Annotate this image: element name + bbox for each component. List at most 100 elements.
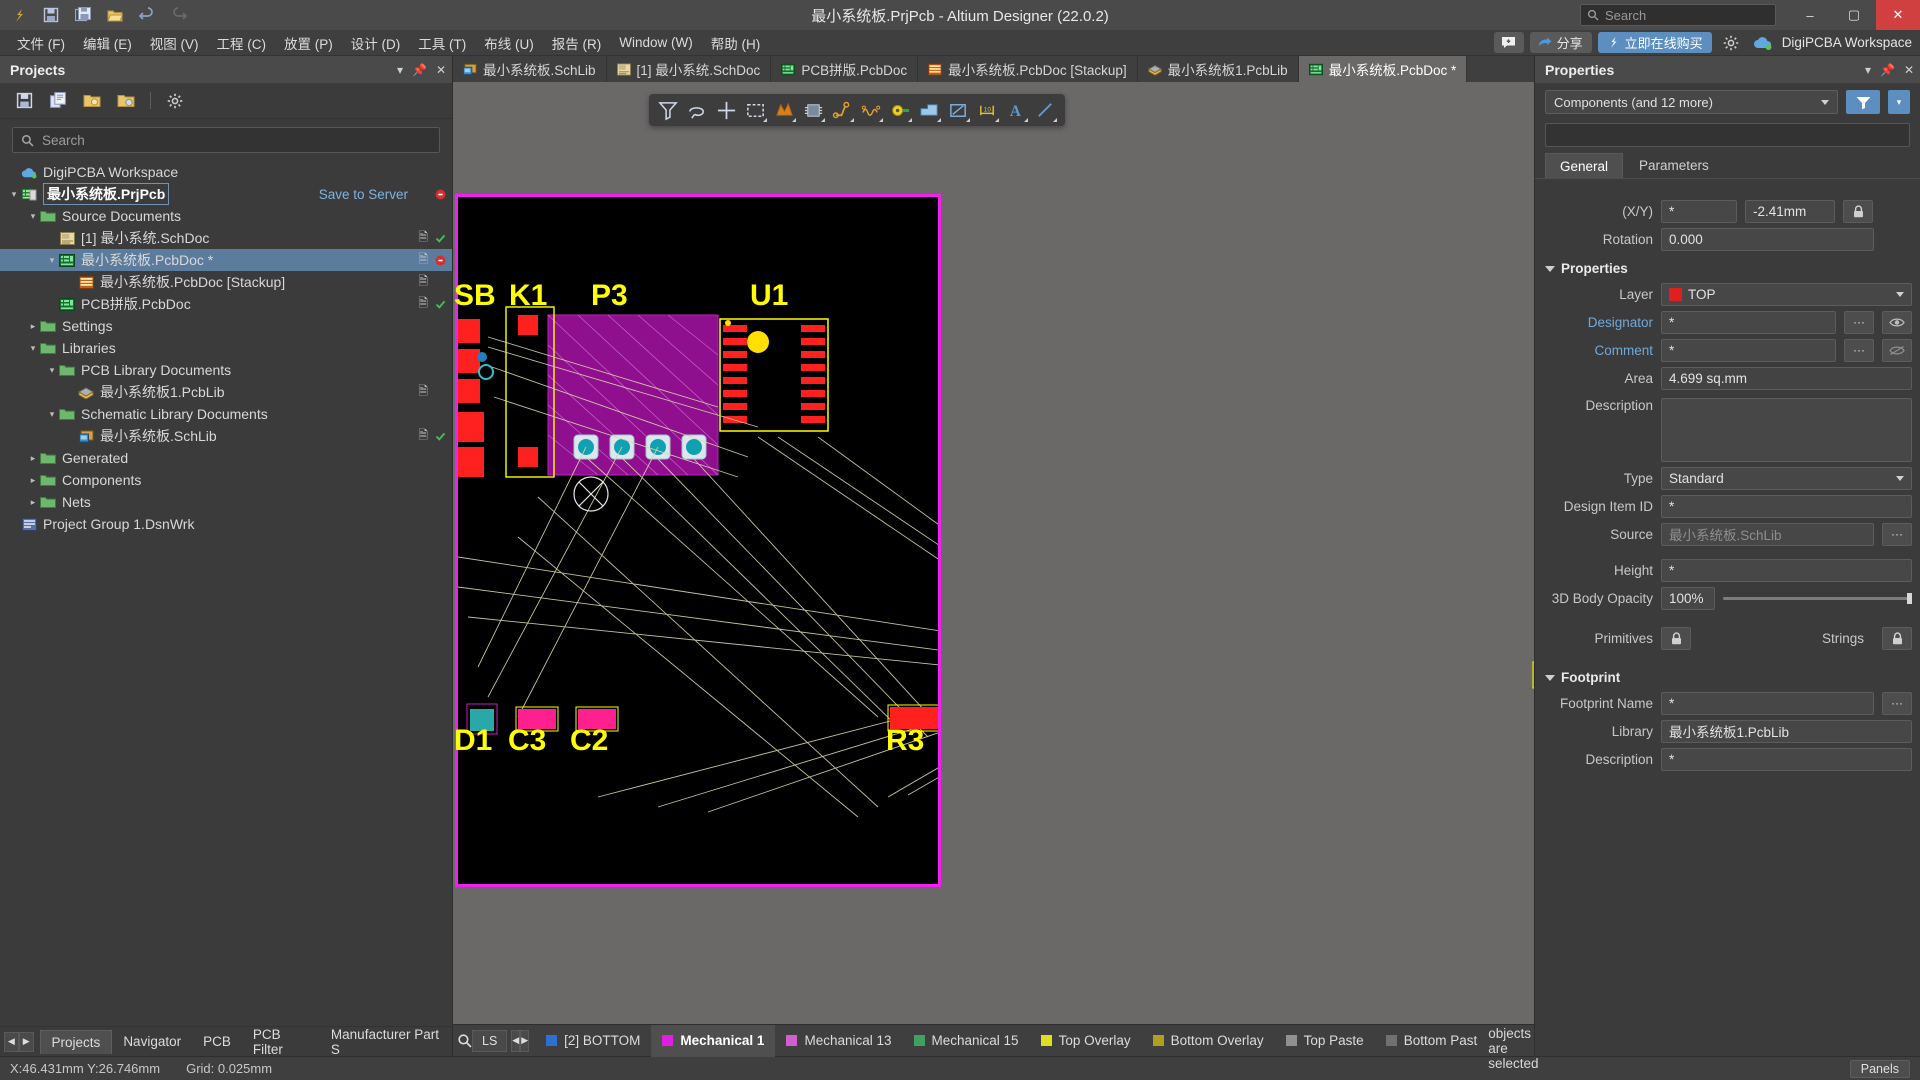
buy-online-button[interactable]: 立即在线购买: [1597, 32, 1712, 53]
layer-tab-mechanical-13[interactable]: Mechanical 13: [775, 1025, 902, 1057]
settings-gear-icon[interactable]: [1718, 31, 1744, 55]
tree-twisty[interactable]: ▾: [46, 365, 58, 376]
route-trace-icon[interactable]: [830, 97, 855, 123]
tree-twisty[interactable]: ▾: [27, 343, 39, 354]
tree-item-schdoc[interactable]: [1] 最小系统.SchDoc 🗎: [0, 227, 452, 249]
tree-item-components[interactable]: ▸ Components: [0, 469, 452, 491]
tree-item-stackup[interactable]: 最小系统板.PcbDoc [Stackup] 🗎: [0, 271, 452, 293]
panel-tabs-prev-button[interactable]: ◀: [4, 1031, 19, 1052]
document-tab-bar[interactable]: 最小系统板.SchLib [1] 最小系统.SchDoc PCB拼版.PcbDoc 最…: [453, 56, 1534, 82]
panel-tabs-next-button[interactable]: ▶: [18, 1031, 34, 1052]
tree-item-generated[interactable]: ▸ Generated: [0, 447, 452, 469]
tree-item-schematic-library-documents[interactable]: ▾ Schematic Library Documents: [0, 403, 452, 425]
dimension-icon[interactable]: 10: [975, 97, 1000, 123]
tree-twisty[interactable]: ▸: [27, 321, 39, 332]
layer-sets-button[interactable]: LS: [472, 1029, 508, 1052]
gear-icon[interactable]: [165, 91, 185, 111]
menu-reports[interactable]: 报告 (R): [543, 30, 611, 56]
panel-close-icon[interactable]: ✕: [436, 63, 446, 77]
save-all-icon[interactable]: [70, 3, 96, 27]
location-y-field[interactable]: -2.41mm: [1745, 199, 1835, 223]
copy-project-icon[interactable]: [48, 91, 68, 111]
tree-item-pcblib[interactable]: 最小系统板1.PcbLib 🗎: [0, 381, 452, 403]
pcb-board[interactable]: SB K1 P3 U1 D1 C3 C2 R3: [454, 194, 941, 887]
lock-location-icon[interactable]: [1843, 199, 1873, 223]
panel-dropdown-icon[interactable]: ▾: [397, 63, 403, 77]
source-ellipsis-button[interactable]: ···: [1882, 522, 1912, 546]
properties-search-input[interactable]: [1545, 123, 1910, 147]
panel-tab-navigator[interactable]: Navigator: [112, 1030, 192, 1054]
filter-button[interactable]: [1846, 90, 1880, 114]
text-string-icon[interactable]: A: [1004, 97, 1029, 123]
pcb-active-bar[interactable]: 10 A: [649, 94, 1065, 126]
layer-tab-mechanical-1[interactable]: Mechanical 1: [651, 1024, 776, 1057]
save-project-icon[interactable]: [14, 91, 34, 111]
doc-tab-schlib[interactable]: 最小系统板.SchLib: [453, 56, 607, 82]
tree-item-workspace[interactable]: DigiPCBA Workspace: [0, 161, 452, 183]
open-icon[interactable]: [102, 3, 128, 27]
rotation-field[interactable]: 0.000: [1661, 227, 1874, 251]
description-textarea[interactable]: [1661, 398, 1912, 462]
body-opacity-slider[interactable]: [1723, 587, 1912, 610]
comment-ellipsis-button[interactable]: ···: [1844, 338, 1874, 362]
menu-tools[interactable]: 工具 (T): [409, 30, 475, 56]
open-project-icon[interactable]: [82, 91, 102, 111]
designator-ellipsis-button[interactable]: ···: [1844, 310, 1874, 334]
minimize-button[interactable]: –: [1788, 0, 1832, 30]
share-button[interactable]: 分享: [1529, 32, 1592, 53]
menu-window[interactable]: Window (W): [610, 32, 702, 53]
height-field[interactable]: *: [1661, 558, 1912, 582]
tree-item-pcb-panel[interactable]: PCB拼版.PcbDoc 🗎: [0, 293, 452, 315]
pcb-canvas[interactable]: 10 A SB K1 P3 U1 D1 C3 C2 R3: [453, 82, 1534, 1024]
tree-item-source-documents[interactable]: ▾ Source Documents: [0, 205, 452, 227]
cutout-icon[interactable]: [946, 97, 971, 123]
tree-twisty[interactable]: ▾: [8, 189, 20, 200]
doc-tab-stackup[interactable]: 最小系统板.PcbDoc [Stackup]: [918, 56, 1138, 82]
maximize-button[interactable]: ▢: [1832, 0, 1876, 30]
doc-tab-pcblib[interactable]: 最小系统板1.PcbLib: [1138, 56, 1299, 82]
tree-twisty[interactable]: ▸: [27, 475, 39, 486]
offboard-components[interactable]: [1531, 660, 1534, 692]
polygon-pour-icon[interactable]: [772, 97, 797, 123]
filter-dropdown-button[interactable]: ▾: [1888, 90, 1910, 114]
primitives-lock-icon[interactable]: [1661, 626, 1691, 650]
designator-visibility-icon[interactable]: [1882, 310, 1912, 334]
global-search-input[interactable]: Search: [1580, 4, 1776, 26]
altium-logo-icon[interactable]: [6, 3, 32, 27]
footprint-description-field[interactable]: *: [1661, 747, 1912, 771]
footprint-ellipsis-button[interactable]: ···: [1882, 691, 1912, 715]
tab-general[interactable]: General: [1545, 153, 1624, 178]
doc-tab-pcb-panel[interactable]: PCB拼版.PcbDoc: [771, 56, 919, 82]
projects-search-input[interactable]: Search: [12, 127, 440, 153]
layer-dropdown[interactable]: TOP: [1661, 282, 1912, 306]
lasso-select-icon[interactable]: [685, 97, 710, 123]
menu-place[interactable]: 放置 (P): [275, 30, 342, 56]
component-icon[interactable]: [801, 97, 826, 123]
type-dropdown[interactable]: Standard: [1661, 466, 1912, 490]
plane-icon[interactable]: [917, 97, 942, 123]
panel-pin-icon[interactable]: 📌: [412, 63, 427, 77]
footprint-name-field[interactable]: *: [1661, 691, 1874, 715]
panel-tab-projects[interactable]: Projects: [39, 1029, 113, 1054]
comment-visibility-off-icon[interactable]: [1882, 338, 1912, 362]
rectangle-icon[interactable]: [743, 97, 768, 123]
notifications-button[interactable]: [1493, 32, 1524, 53]
layer-next-button[interactable]: ▶: [520, 1029, 530, 1052]
layer-prev-button[interactable]: ◀: [511, 1029, 521, 1052]
doc-tab-pcbdoc[interactable]: 最小系统板.PcbDoc *: [1298, 56, 1468, 82]
menu-route[interactable]: 布线 (U): [475, 30, 543, 56]
differential-pair-icon[interactable]: [859, 97, 884, 123]
menu-view[interactable]: 视图 (V): [141, 30, 208, 56]
layer-zoom-icon[interactable]: [457, 1030, 472, 1052]
cloud-workspace-icon[interactable]: [1750, 31, 1776, 55]
body-opacity-value[interactable]: 100%: [1661, 586, 1715, 610]
crosshair-place-icon[interactable]: [714, 97, 739, 123]
doc-tab-schdoc[interactable]: [1] 最小系统.SchDoc: [607, 56, 772, 82]
tree-twisty[interactable]: ▾: [46, 409, 58, 420]
tree-twisty[interactable]: ▾: [27, 211, 39, 222]
location-x-field[interactable]: *: [1661, 199, 1737, 223]
tree-twisty[interactable]: ▸: [27, 453, 39, 464]
section-footprint[interactable]: Footprint: [1535, 662, 1920, 689]
tree-item-project[interactable]: ▾ 最小系统板.PrjPcb Save to Server: [0, 183, 452, 205]
tree-item-schlib[interactable]: 最小系统板.SchLib 🗎: [0, 425, 452, 447]
